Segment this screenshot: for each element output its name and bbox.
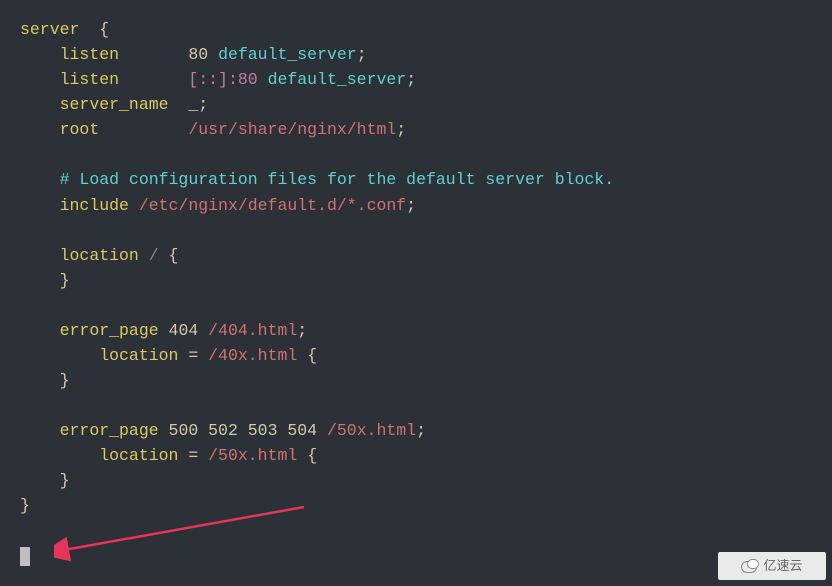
keyword-listen: listen: [60, 70, 119, 89]
equals-sign: =: [188, 346, 198, 365]
brace-open: {: [99, 20, 109, 39]
location-path-50x: /50x.html: [208, 446, 297, 465]
keyword-default-server: default_server: [218, 45, 357, 64]
location-path-40x: /40x.html: [208, 346, 297, 365]
semicolon: ;: [416, 421, 426, 440]
watermark-text: 亿速云: [763, 556, 802, 576]
keyword-include: include: [60, 196, 129, 215]
brace-close: }: [60, 471, 70, 490]
error-codes-5xx: 500 502 503 504: [169, 421, 318, 440]
error-code-404: 404: [169, 321, 199, 340]
brace-open: {: [307, 346, 317, 365]
cloud-icon: [741, 559, 759, 573]
keyword-error-page: error_page: [60, 321, 159, 340]
include-path-value: /etc/nginx/default.d/*.conf: [139, 196, 406, 215]
brace-open: {: [307, 446, 317, 465]
keyword-error-page: error_page: [60, 421, 159, 440]
cursor: [20, 547, 30, 566]
equals-sign: =: [188, 446, 198, 465]
ipv6-address: [::]:80: [188, 70, 257, 89]
error-path-50x: /50x.html: [327, 421, 416, 440]
watermark-badge: 亿速云: [718, 552, 826, 580]
root-path-value: /usr/share/nginx/html: [188, 120, 396, 139]
error-path-404: /404.html: [208, 321, 297, 340]
brace-open: {: [169, 246, 179, 265]
server-name-value: _: [188, 95, 198, 114]
semicolon: ;: [357, 45, 367, 64]
semicolon: ;: [406, 196, 416, 215]
keyword-default-server: default_server: [268, 70, 407, 89]
brace-close: }: [60, 271, 70, 290]
keyword-location: location: [99, 346, 178, 365]
keyword-listen: listen: [60, 45, 119, 64]
brace-close: }: [60, 371, 70, 390]
keyword-location: location: [60, 246, 139, 265]
comment-line: # Load configuration files for the defau…: [60, 170, 615, 189]
semicolon: ;: [297, 321, 307, 340]
keyword-server: server: [20, 20, 79, 39]
location-path: /: [149, 246, 159, 265]
brace-close: }: [20, 496, 30, 515]
semicolon: ;: [198, 95, 208, 114]
semicolon: ;: [406, 70, 416, 89]
code-block: server { listen 80 default_server; liste…: [0, 0, 832, 586]
port-value: 80: [188, 45, 208, 64]
semicolon: ;: [396, 120, 406, 139]
keyword-location: location: [99, 446, 178, 465]
keyword-server-name: server_name: [60, 95, 169, 114]
keyword-root: root: [60, 120, 100, 139]
